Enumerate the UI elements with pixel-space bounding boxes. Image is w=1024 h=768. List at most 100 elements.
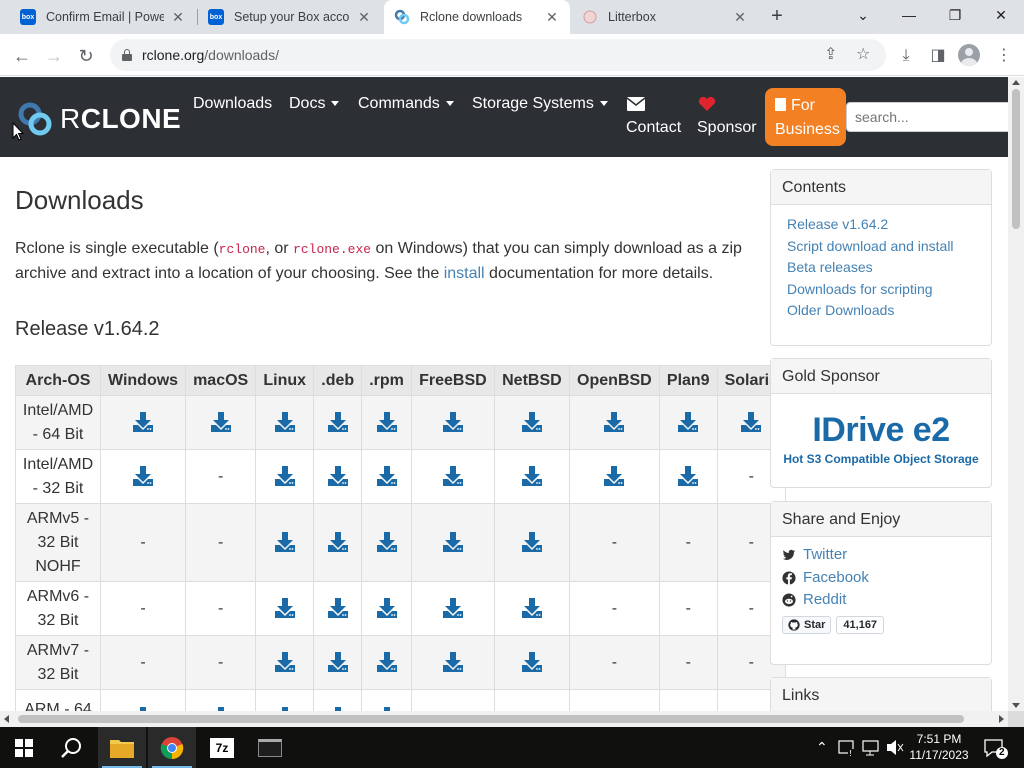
- download-cell[interactable]: [361, 689, 412, 711]
- lock-icon[interactable]: [122, 49, 132, 61]
- bookmark-star-icon[interactable]: ☆: [856, 39, 870, 71]
- for-business-button[interactable]: For Business: [765, 88, 846, 146]
- toc-downloads-scripting[interactable]: Downloads for scripting: [787, 279, 991, 301]
- download-cell[interactable]: [255, 635, 315, 690]
- start-button[interactable]: [0, 727, 48, 768]
- download-icon[interactable]: ⤓: [892, 42, 920, 70]
- download-cell[interactable]: [99, 395, 187, 450]
- tray-chevron-icon[interactable]: ⌃: [816, 727, 830, 768]
- download-cell[interactable]: [410, 503, 495, 582]
- download-cell[interactable]: [493, 449, 570, 504]
- github-star-button[interactable]: Star: [782, 615, 832, 634]
- download-cell[interactable]: [313, 395, 363, 450]
- download-icon[interactable]: [442, 531, 464, 553]
- facebook-link[interactable]: Facebook: [782, 567, 991, 590]
- profile-avatar[interactable]: [958, 44, 980, 66]
- download-icon[interactable]: [274, 651, 296, 673]
- download-cell[interactable]: [493, 503, 570, 582]
- download-icon[interactable]: [274, 531, 296, 553]
- download-icon[interactable]: [442, 465, 464, 487]
- download-icon[interactable]: [132, 465, 154, 487]
- scroll-left-arrow-icon[interactable]: [4, 715, 9, 723]
- download-cell[interactable]: [361, 635, 412, 690]
- download-cell[interactable]: [658, 395, 718, 450]
- heart-icon[interactable]: [698, 96, 716, 117]
- forward-button[interactable]: →: [40, 42, 68, 70]
- download-cell[interactable]: [410, 449, 495, 504]
- download-icon[interactable]: [442, 651, 464, 673]
- chrome-taskbar-button[interactable]: [148, 727, 196, 768]
- url-text[interactable]: rclone.org/downloads/: [142, 39, 279, 71]
- scroll-right-arrow-icon[interactable]: [999, 715, 1004, 723]
- download-icon[interactable]: [376, 411, 398, 433]
- reload-button[interactable]: ↻: [72, 42, 100, 70]
- download-icon[interactable]: [376, 597, 398, 619]
- menu-icon[interactable]: ⋮: [990, 42, 1018, 70]
- search-button[interactable]: [48, 727, 96, 768]
- download-cell[interactable]: [313, 449, 363, 504]
- download-cell[interactable]: [568, 395, 660, 450]
- display-icon[interactable]: [862, 727, 880, 768]
- download-icon[interactable]: [677, 411, 699, 433]
- nav-commands[interactable]: Commands: [358, 95, 454, 113]
- download-cell[interactable]: [361, 581, 412, 636]
- tab-rclone-downloads[interactable]: Rclone downloads ✕: [384, 0, 570, 34]
- file-explorer-button[interactable]: [98, 727, 146, 768]
- minimize-button[interactable]: —: [886, 0, 932, 30]
- toc-older-downloads[interactable]: Older Downloads: [787, 300, 991, 322]
- side-panel-icon[interactable]: ◨: [924, 42, 952, 70]
- share-icon[interactable]: ⇪: [824, 39, 837, 71]
- download-icon[interactable]: [603, 411, 625, 433]
- idrive-sponsor-link[interactable]: IDrive e2 Hot S3 Compatible Object Stora…: [771, 411, 991, 466]
- 7zip-taskbar-button[interactable]: 7z: [198, 727, 246, 768]
- download-cell[interactable]: [255, 581, 315, 636]
- rclone-logo[interactable]: RCLONE: [16, 99, 181, 139]
- download-cell[interactable]: [410, 581, 495, 636]
- download-cell[interactable]: [313, 635, 363, 690]
- close-window-button[interactable]: ✕: [978, 0, 1024, 30]
- download-cell[interactable]: [568, 449, 660, 504]
- download-icon[interactable]: [327, 411, 349, 433]
- nav-contact[interactable]: Contact: [626, 119, 681, 137]
- download-icon[interactable]: [327, 465, 349, 487]
- download-cell[interactable]: [99, 449, 187, 504]
- vertical-scroll-thumb[interactable]: [1012, 89, 1020, 229]
- download-icon[interactable]: [521, 651, 543, 673]
- download-cell[interactable]: [99, 689, 187, 711]
- close-icon[interactable]: ✕: [356, 9, 372, 25]
- download-icon[interactable]: [274, 465, 296, 487]
- download-icon[interactable]: [442, 411, 464, 433]
- download-icon[interactable]: [521, 531, 543, 553]
- address-bar[interactable]: rclone.org/downloads/ ⇪ ☆: [110, 39, 886, 71]
- nav-storage-systems[interactable]: Storage Systems: [472, 95, 608, 113]
- download-icon[interactable]: [327, 597, 349, 619]
- download-cell[interactable]: [185, 689, 257, 711]
- envelope-icon[interactable]: [626, 97, 646, 116]
- vertical-scrollbar[interactable]: [1008, 77, 1024, 711]
- tab-search-chevron-icon[interactable]: ⌄: [840, 0, 886, 30]
- download-cell[interactable]: [255, 395, 315, 450]
- download-cell[interactable]: [185, 395, 257, 450]
- download-cell[interactable]: [410, 395, 495, 450]
- download-cell[interactable]: [493, 581, 570, 636]
- download-icon[interactable]: [521, 465, 543, 487]
- close-icon[interactable]: ✕: [732, 9, 748, 25]
- download-icon[interactable]: [274, 597, 296, 619]
- download-icon[interactable]: [740, 411, 762, 433]
- download-icon[interactable]: [521, 597, 543, 619]
- download-icon[interactable]: [677, 465, 699, 487]
- horizontal-scroll-thumb[interactable]: [18, 715, 964, 723]
- taskbar-clock[interactable]: 7:51 PM 11/17/2023: [900, 731, 978, 763]
- download-cell[interactable]: [255, 503, 315, 582]
- reddit-link[interactable]: Reddit: [782, 589, 991, 612]
- install-link[interactable]: install: [444, 265, 485, 282]
- download-icon[interactable]: [603, 465, 625, 487]
- scroll-down-arrow-icon[interactable]: [1012, 703, 1020, 708]
- download-cell[interactable]: [313, 503, 363, 582]
- download-cell[interactable]: [361, 503, 412, 582]
- scroll-up-arrow-icon[interactable]: [1012, 80, 1020, 85]
- toc-script-download[interactable]: Script download and install: [787, 236, 991, 258]
- close-icon[interactable]: ✕: [544, 9, 560, 25]
- download-cell[interactable]: [313, 581, 363, 636]
- tab-confirm-email[interactable]: box Confirm Email | Power ✕: [10, 0, 196, 34]
